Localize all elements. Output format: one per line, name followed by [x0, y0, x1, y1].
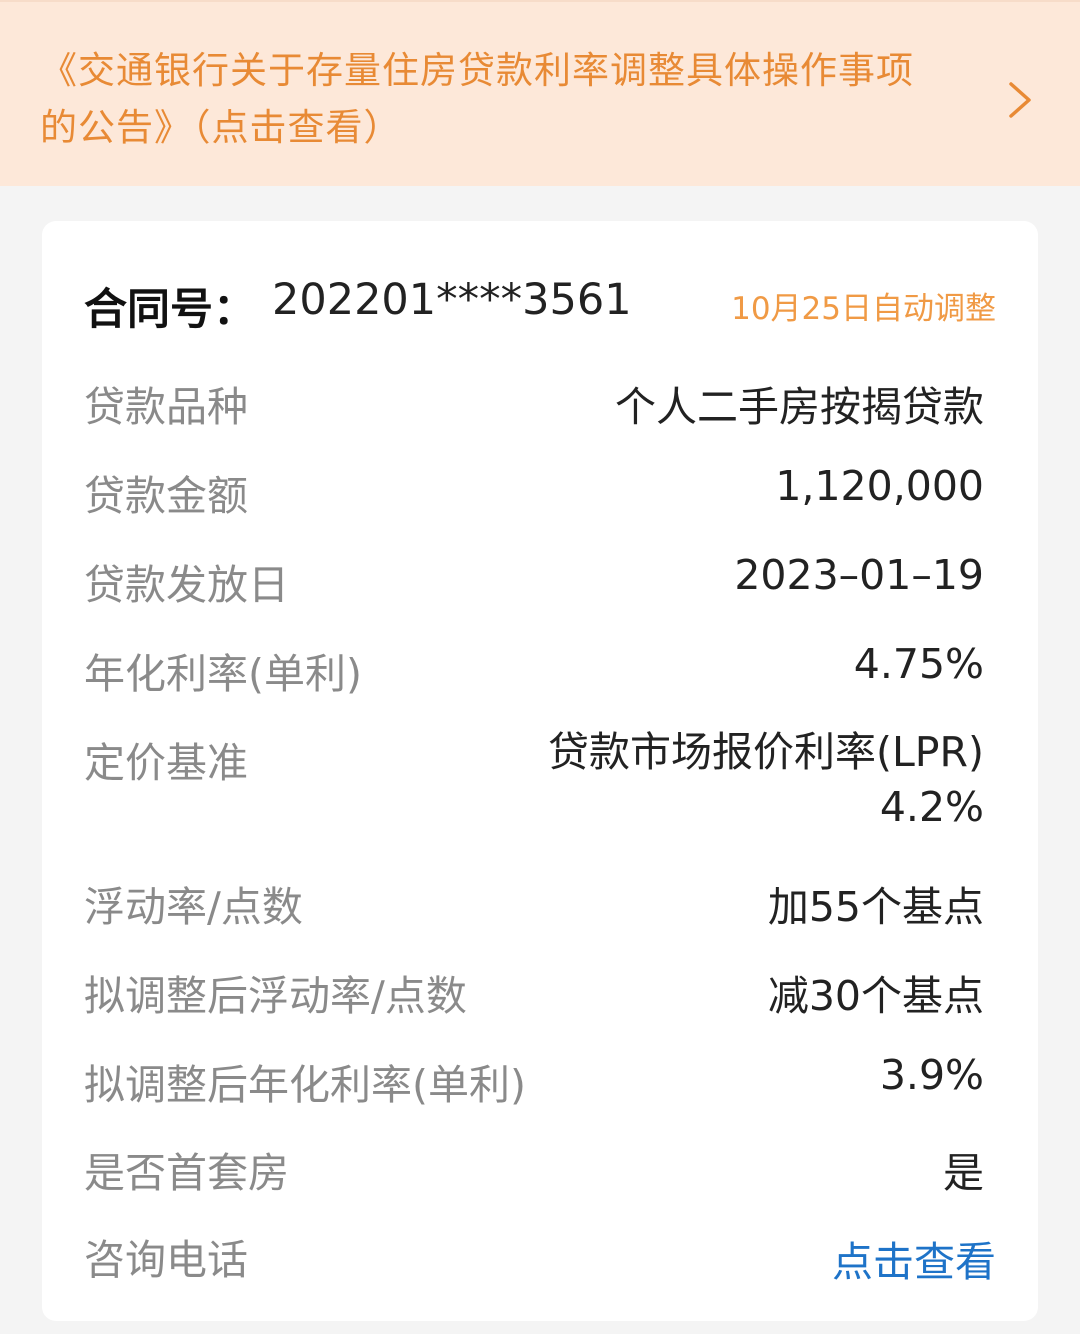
consult-phone-label: 咨询电话 [84, 1236, 248, 1284]
auto-adjust-note: 10月25日自动调整 [731, 291, 996, 327]
issue-date-value: 2023–01–19 [734, 551, 984, 599]
chevron-right-icon[interactable] [999, 78, 1039, 122]
new-annual-rate-value: 3.9% [879, 1051, 984, 1099]
loan-type-value: 个人二手房按揭贷款 [615, 383, 984, 431]
new-annual-rate-label: 拟调整后年化利率(单利) [84, 1061, 526, 1109]
issue-date-label: 贷款发放日 [84, 561, 289, 609]
contract-header: 合同号： 202201****3561 10月25日自动调整 [42, 269, 1038, 335]
first-home-value: 是 [943, 1149, 984, 1197]
pricing-basis-label: 定价基准 [84, 739, 248, 787]
annual-rate-value: 4.75% [853, 640, 984, 688]
loan-detail-card: 合同号： 202201****3561 10月25日自动调整 贷款品种 个人二手… [42, 221, 1038, 1321]
contract-label: 合同号： [84, 285, 256, 335]
consult-phone-link[interactable]: 点击查看 [832, 1228, 996, 1288]
new-float-rate-value: 减30个基点 [767, 972, 984, 1020]
new-float-rate-label: 拟调整后浮动率/点数 [84, 972, 467, 1020]
first-home-label: 是否首套房 [84, 1149, 289, 1197]
float-rate-label: 浮动率/点数 [84, 883, 303, 931]
loan-amount-label: 贷款金额 [84, 472, 248, 520]
announcement-banner[interactable]: 《交通银行关于存量住房贷款利率调整具体操作事项的公告》（点击查看） [0, 0, 1080, 186]
loan-type-label: 贷款品种 [84, 383, 248, 431]
pricing-basis-value: 贷款市场报价利率(LPR) 4.2% [548, 725, 984, 835]
annual-rate-label: 年化利率(单利) [84, 650, 362, 698]
pricing-basis-name: 贷款市场报价利率(LPR) [547, 728, 984, 776]
float-rate-value: 加55个基点 [767, 883, 984, 931]
loan-amount-value: 1,120,000 [775, 462, 984, 510]
pricing-basis-rate: 4.2% [879, 783, 984, 831]
announcement-text[interactable]: 《交通银行关于存量住房贷款利率调整具体操作事项的公告》（点击查看） [40, 42, 940, 156]
contract-number: 202201****3561 [272, 275, 632, 325]
